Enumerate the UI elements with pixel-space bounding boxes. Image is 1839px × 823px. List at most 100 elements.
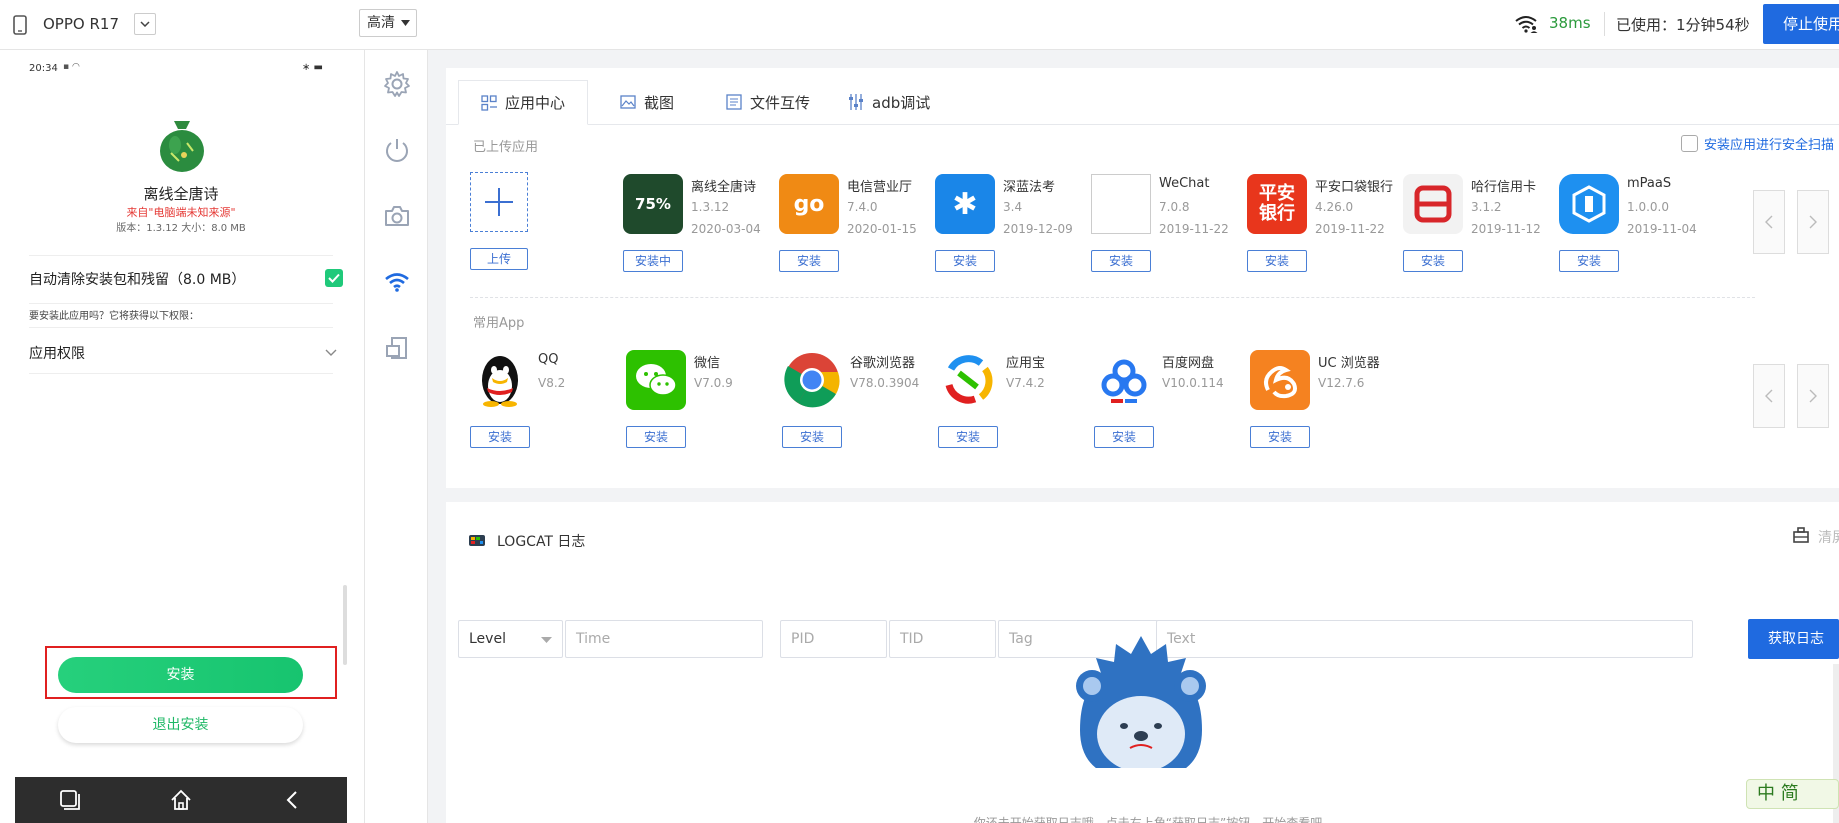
text-input[interactable]: Text bbox=[1156, 620, 1693, 658]
app-date: 2019-11-12 bbox=[1471, 222, 1541, 236]
tab-app-center[interactable]: 应用中心 bbox=[458, 80, 588, 125]
app-name: 电信营业厅 bbox=[847, 180, 913, 195]
empty-mascot-image bbox=[1056, 630, 1226, 768]
app-icon-law: ✱ bbox=[935, 174, 995, 234]
install-button[interactable]: 安装 bbox=[58, 657, 303, 693]
app-version: V7.0.9 bbox=[694, 376, 733, 390]
exit-install-button[interactable]: 退出安装 bbox=[58, 707, 303, 743]
divider bbox=[29, 327, 333, 328]
auto-clean-checkbox[interactable] bbox=[325, 269, 343, 287]
app-icon-mpaas bbox=[1559, 174, 1619, 234]
app-version: V7.4.2 bbox=[1006, 376, 1045, 390]
install-button[interactable]: 安装 bbox=[1250, 426, 1310, 448]
phone-screen[interactable]: 20:34 ▪ ◠ ∗ ▬ 离线全唐诗 来自"电脑端未知来源" 版本：1.3.1… bbox=[15, 53, 347, 823]
divider bbox=[29, 303, 333, 304]
file-transfer-icon bbox=[726, 94, 742, 110]
chevron-right-icon bbox=[1809, 389, 1817, 403]
install-button[interactable]: 安装 bbox=[626, 426, 686, 448]
app-version: V10.0.114 bbox=[1162, 376, 1224, 390]
install-button[interactable]: 安装 bbox=[470, 426, 530, 448]
auto-clean-row[interactable]: 自动清除安装包和残留（8.0 MB） bbox=[29, 257, 347, 299]
install-app-title: 离线全唐诗 bbox=[143, 185, 219, 203]
app-name: mPaaS bbox=[1627, 176, 1672, 191]
rotate-screen-icon[interactable] bbox=[381, 332, 413, 364]
used-time: 已使用：1分钟54秒 bbox=[1616, 16, 1750, 34]
app-name: UC 浏览器 bbox=[1318, 356, 1380, 371]
upload-button[interactable]: 上传 bbox=[470, 248, 528, 270]
uploaded-next-button[interactable] bbox=[1797, 190, 1829, 254]
install-button[interactable]: 安装 bbox=[1247, 250, 1307, 272]
app-name: 平安口袋银行 bbox=[1315, 180, 1394, 195]
app-name: 百度网盘 bbox=[1162, 356, 1215, 371]
chevron-left-icon bbox=[1765, 389, 1773, 403]
app-name: QQ bbox=[538, 352, 559, 367]
tab-file-transfer[interactable]: 文件互传 bbox=[726, 80, 810, 124]
app-version: V8.2 bbox=[538, 376, 566, 390]
latency-value: 38ms bbox=[1549, 14, 1591, 32]
plus-icon bbox=[485, 188, 513, 216]
install-button[interactable]: 安装 bbox=[1091, 250, 1151, 272]
uc-browser-icon bbox=[1250, 350, 1310, 410]
permission-row[interactable]: 应用权限 bbox=[29, 329, 347, 373]
install-button[interactable]: 安装 bbox=[782, 426, 842, 448]
wifi-icon[interactable] bbox=[381, 266, 413, 298]
device-dropdown-button[interactable] bbox=[134, 13, 156, 35]
settings-gear-icon[interactable] bbox=[381, 68, 413, 100]
security-scan-option[interactable]: 安装应用进行安全扫描 bbox=[1681, 134, 1834, 153]
recent-apps-icon[interactable] bbox=[57, 787, 83, 813]
baidu-netdisk-icon bbox=[1094, 350, 1154, 410]
app-name: 离线全唐诗 bbox=[691, 180, 757, 195]
top-bar: OPPO R17 高清 38ms 已使用：1分钟54秒 停止使用 bbox=[0, 0, 1839, 50]
install-button[interactable]: 安装 bbox=[1403, 250, 1463, 272]
pid-input[interactable]: PID bbox=[780, 620, 887, 658]
phone-scrollbar[interactable] bbox=[343, 585, 347, 665]
clear-label[interactable]: 清屏 bbox=[1818, 527, 1839, 547]
install-button[interactable]: 安装 bbox=[779, 250, 839, 272]
app-version: 7.0.8 bbox=[1159, 200, 1190, 214]
uploaded-prev-button[interactable] bbox=[1753, 190, 1785, 254]
level-select[interactable]: Level bbox=[458, 620, 563, 658]
app-icon-harbin-bank bbox=[1403, 174, 1463, 234]
clear-icon[interactable] bbox=[1790, 524, 1812, 546]
install-button[interactable]: 安装 bbox=[1559, 250, 1619, 272]
app-logo-icon bbox=[157, 113, 207, 173]
tab-adb-debug[interactable]: adb调试 bbox=[848, 80, 930, 124]
app-date: 2020-03-04 bbox=[691, 222, 761, 236]
app-date: 2019-12-09 bbox=[1003, 222, 1073, 236]
app-icon-telecom: go bbox=[779, 174, 839, 234]
status-time: 20:34 bbox=[29, 63, 58, 74]
main-area: 应用中心 截图 文件互传 adb调试 已上传应用 安装应用进行安全扫描 上传 7… bbox=[428, 50, 1839, 823]
logcat-title: LOGCAT 日志 bbox=[497, 534, 586, 550]
permission-prompt: 要安装此应用吗？它将获得以下权限： bbox=[29, 311, 199, 322]
camera-icon[interactable] bbox=[381, 200, 413, 232]
stop-use-button[interactable]: 停止使用 bbox=[1763, 4, 1839, 44]
divider bbox=[29, 373, 333, 374]
time-input[interactable]: Time bbox=[565, 620, 763, 658]
quality-select[interactable]: 高清 bbox=[359, 9, 417, 37]
common-prev-button[interactable] bbox=[1753, 364, 1785, 428]
security-scan-checkbox[interactable] bbox=[1681, 135, 1698, 152]
app-version: 1.3.12 bbox=[691, 200, 730, 214]
back-icon[interactable] bbox=[279, 787, 305, 813]
app-center-icon bbox=[481, 94, 497, 111]
app-version: 3.1.2 bbox=[1471, 200, 1502, 214]
install-button[interactable]: 安装 bbox=[1094, 426, 1154, 448]
install-button[interactable]: 安装 bbox=[938, 426, 998, 448]
install-button[interactable]: 安装 bbox=[935, 250, 995, 272]
power-icon[interactable] bbox=[381, 134, 413, 166]
home-icon[interactable] bbox=[168, 787, 194, 813]
upload-drop-area[interactable] bbox=[470, 172, 528, 232]
tab-label: 文件互传 bbox=[750, 93, 811, 112]
app-center-panel: 应用中心 截图 文件互传 adb调试 已上传应用 安装应用进行安全扫描 上传 7… bbox=[446, 68, 1839, 488]
phone-device-icon bbox=[12, 14, 28, 36]
fetch-logs-button[interactable]: 获取日志 bbox=[1748, 619, 1839, 659]
app-version: 3.4 bbox=[1003, 200, 1023, 214]
tab-screenshot[interactable]: 截图 bbox=[620, 80, 674, 124]
ime-status-badge[interactable]: 中 简 bbox=[1746, 779, 1839, 809]
common-next-button[interactable] bbox=[1797, 364, 1829, 428]
divider bbox=[29, 255, 333, 256]
battery-icon: ∗ ▬ bbox=[302, 62, 324, 73]
app-icon-pingan: 平安 银行 bbox=[1247, 174, 1307, 234]
tid-input[interactable]: TID bbox=[889, 620, 996, 658]
installing-button[interactable]: 安装中 bbox=[623, 250, 683, 272]
